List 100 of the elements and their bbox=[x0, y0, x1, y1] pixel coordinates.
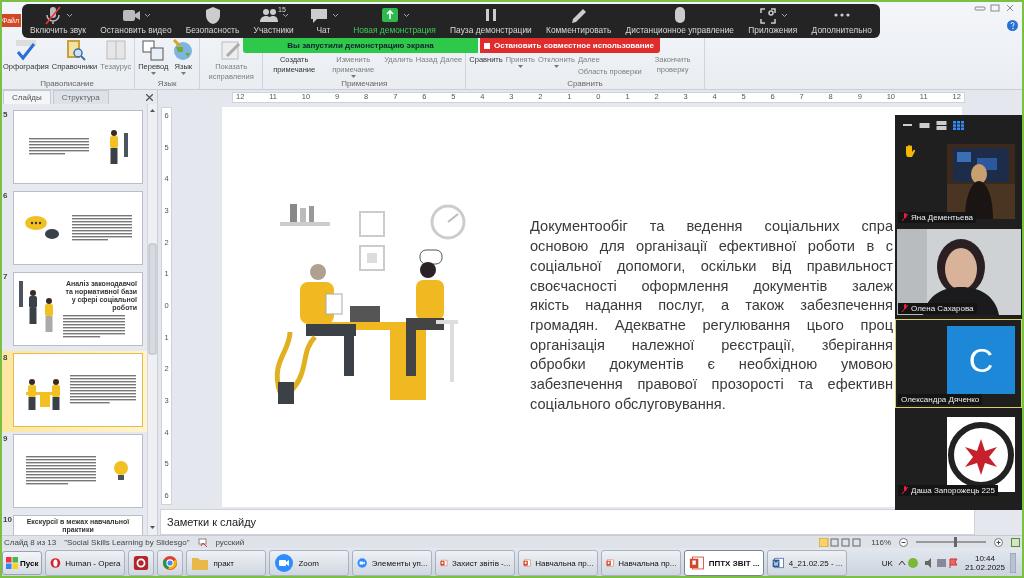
taskbar-button[interactable]: ППТХ ЗВІТ ... bbox=[684, 550, 765, 576]
share-screen-icon bbox=[382, 8, 398, 22]
caret-icon bbox=[66, 12, 74, 18]
participant-name: Яна Дементьева bbox=[898, 212, 976, 223]
stop-sharing-button[interactable]: Остановить совместное использование bbox=[480, 38, 660, 53]
view-buttons-icon[interactable] bbox=[819, 537, 864, 547]
sharing-banner: Вы запустили демонстрацию экрана bbox=[243, 38, 478, 53]
taskbar-button[interactable] bbox=[128, 550, 155, 576]
language-label[interactable]: русский bbox=[215, 537, 245, 547]
slide-thumbnail[interactable] bbox=[13, 434, 143, 508]
toolbar-button[interactable]: Остановить видео bbox=[98, 4, 174, 38]
book-icon bbox=[103, 38, 128, 62]
slide-number: 10 bbox=[3, 515, 10, 526]
apps-icon bbox=[760, 8, 777, 24]
slide-counter: Слайд 8 из 13 bbox=[4, 537, 57, 547]
taskbar-button[interactable] bbox=[157, 550, 184, 576]
help-icon[interactable] bbox=[1007, 20, 1018, 31]
caret-icon bbox=[180, 72, 186, 75]
text-lines-drawing bbox=[72, 214, 132, 242]
panel-tab[interactable]: Структура bbox=[52, 90, 109, 104]
caret-icon bbox=[282, 12, 290, 18]
toolbar-button[interactable]: Дополнительно bbox=[809, 4, 874, 38]
layout-icon bbox=[919, 122, 930, 128]
slide-number: 5 bbox=[3, 110, 9, 121]
taskbar-button[interactable]: 4_21.02.25 - ... bbox=[767, 550, 848, 576]
taskbar-button[interactable]: Zoom bbox=[269, 550, 350, 576]
participant-name: Олена Сахарова bbox=[898, 303, 977, 314]
zoom-level[interactable]: 116% bbox=[871, 537, 891, 547]
shield-icon bbox=[205, 7, 220, 24]
slide-text-line: громадян. Адекватне регулювання цього проц bbox=[530, 316, 893, 335]
group-label: Примечания bbox=[340, 79, 389, 90]
clock-time[interactable]: 10:44 bbox=[974, 554, 995, 563]
group-label: Правописание bbox=[39, 79, 95, 90]
toolbar-button[interactable]: Дистанционное управление bbox=[623, 4, 736, 38]
layout-button[interactable] bbox=[936, 120, 947, 130]
taskbar-button[interactable]: практ bbox=[186, 550, 267, 576]
windows-logo-icon bbox=[6, 557, 18, 569]
taskbar-button[interactable]: Навчальна пр... bbox=[518, 550, 599, 576]
slide-text-line: основою для організації ефективної роботи в с bbox=[530, 237, 893, 257]
layout-button[interactable] bbox=[953, 120, 964, 130]
toolbar-button[interactable]: Чат bbox=[305, 4, 341, 38]
notes-field[interactable]: Заметки к слайду bbox=[160, 509, 975, 535]
slide-text-line: соціальної допомоги, оскільки від правильност bbox=[530, 256, 893, 276]
spell-check-icon bbox=[197, 537, 208, 547]
slide-thumbnail[interactable] bbox=[13, 110, 143, 184]
taskbar-button[interactable]: Элементы уп... bbox=[352, 550, 433, 576]
toolbar-button[interactable]: Комментировать bbox=[544, 4, 614, 38]
caret-icon bbox=[517, 65, 523, 68]
tray-icons-drawing[interactable] bbox=[897, 557, 960, 569]
zoom-in-icon[interactable] bbox=[994, 537, 1003, 547]
slide-text-line: якість надання послуг, а також забезпечення bbox=[530, 296, 893, 316]
text-lines-drawing bbox=[70, 375, 136, 405]
person-drawing bbox=[109, 130, 128, 164]
slide-thumbnail[interactable] bbox=[13, 191, 143, 265]
group-label: Сравнить bbox=[566, 79, 604, 90]
pencil-icon bbox=[571, 9, 586, 23]
taskbar-button[interactable]: Human - Opera bbox=[45, 550, 126, 576]
keyboard-language[interactable]: UK bbox=[881, 558, 893, 568]
slide-text-line: забезпечення правової прозорості та ефективн bbox=[530, 375, 893, 395]
mouse-icon bbox=[674, 7, 685, 23]
video-tile[interactable]: Олена Сахарова bbox=[895, 228, 1022, 317]
light-bulb-drawing bbox=[112, 459, 130, 483]
zoom-out-icon[interactable] bbox=[899, 537, 908, 547]
caret-icon bbox=[150, 72, 156, 75]
layout-button[interactable] bbox=[919, 122, 930, 128]
fit-window-icon[interactable] bbox=[1011, 537, 1020, 547]
video-tile[interactable]: Яна Дементьева bbox=[895, 137, 1022, 226]
zoom-app-icon bbox=[274, 553, 295, 573]
more-icon bbox=[834, 13, 850, 17]
toolbar-button[interactable]: Приложения bbox=[746, 4, 800, 38]
toolbar-button[interactable]: Пауза демонстрации bbox=[448, 4, 534, 38]
close-icon[interactable] bbox=[146, 93, 153, 101]
translate-icon bbox=[141, 38, 166, 62]
theme-name: "Social Skills Learning by Slidesgo" bbox=[64, 537, 190, 547]
video-tile[interactable]: Даша Запорожець 225 bbox=[895, 410, 1022, 499]
toolbar-button[interactable]: Безопасность bbox=[183, 4, 242, 38]
taskbar-button[interactable]: Навчальна пр... bbox=[601, 550, 682, 576]
taskbar-button[interactable]: Захист звітів -... bbox=[435, 550, 516, 576]
scrollbar[interactable] bbox=[147, 104, 157, 535]
chrome-icon bbox=[162, 554, 179, 572]
slide-text-line: організація належної реєстрації, зберігання bbox=[530, 335, 893, 355]
toolbar-button[interactable]: Новая демонстрация bbox=[351, 4, 438, 38]
toolbar-button[interactable]: Включить звук bbox=[28, 4, 88, 38]
slide-thumbnail[interactable] bbox=[13, 353, 143, 427]
powerpoint-icon bbox=[689, 554, 705, 572]
participant-name: Олександра Дяченко bbox=[898, 394, 983, 405]
caret-icon bbox=[781, 12, 789, 18]
panel-tab[interactable]: Слайды bbox=[3, 90, 51, 104]
layout-icon bbox=[936, 120, 947, 130]
participants-icon bbox=[260, 9, 279, 22]
video-tile[interactable]: C Олександра Дяченко bbox=[895, 319, 1022, 408]
slide-number: 7 bbox=[3, 272, 9, 283]
slide-number: 6 bbox=[3, 191, 9, 202]
slide-text-line: соціального обслуговування. bbox=[530, 394, 727, 414]
clock-date[interactable]: 21.02.2025 bbox=[964, 563, 1005, 572]
caret-icon bbox=[144, 12, 152, 18]
app-icon bbox=[133, 554, 150, 572]
slide-text-line: Документообіг та ведення соціальних спра bbox=[530, 217, 893, 237]
start-button[interactable]: Пуск bbox=[2, 551, 43, 575]
chat-icon bbox=[310, 9, 327, 23]
